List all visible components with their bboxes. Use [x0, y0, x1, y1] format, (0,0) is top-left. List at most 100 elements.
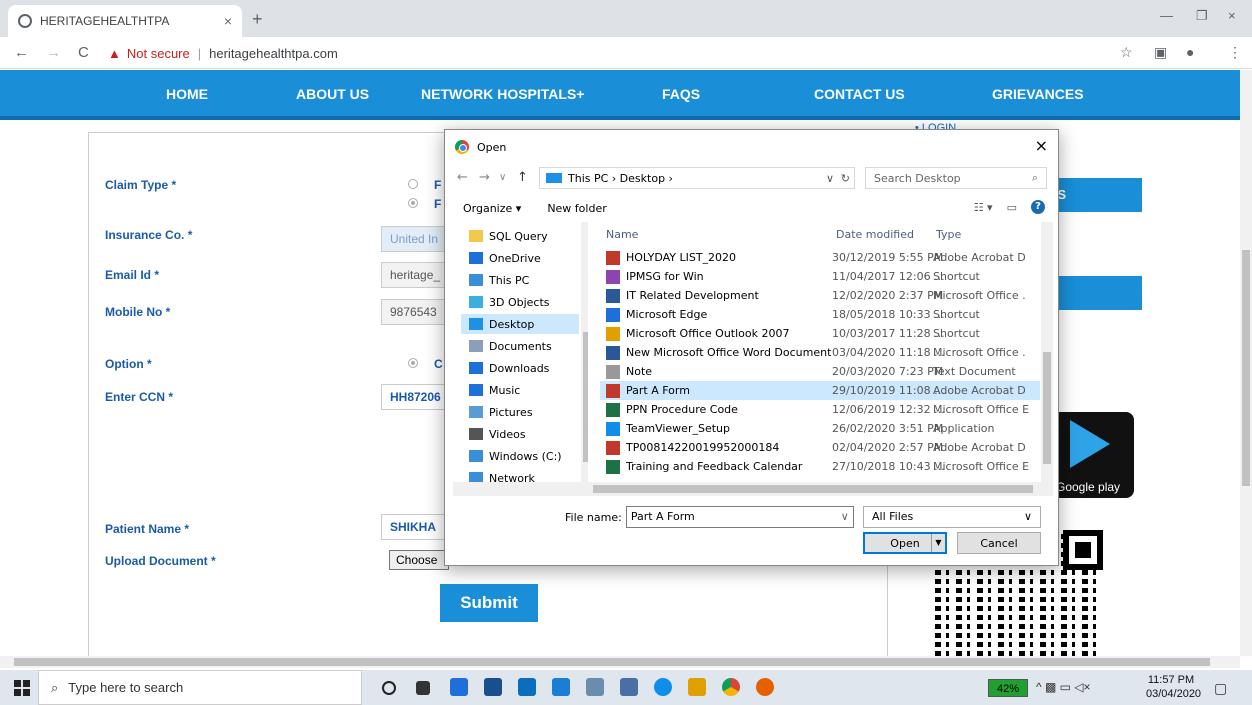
nav-pane-item[interactable]: 3D Objects [461, 292, 579, 312]
nav-pane-item[interactable]: Music [461, 380, 579, 400]
page-horizontal-scrollbar[interactable] [0, 656, 1240, 668]
account-icon[interactable]: ● [1186, 44, 1194, 60]
browser-tab[interactable]: HERITAGEHEALTHTPA × [8, 5, 242, 37]
choose-file-button[interactable]: Choose [389, 550, 449, 570]
nav-about-us[interactable]: ABOUT US [296, 86, 369, 102]
store-icon[interactable] [484, 678, 502, 696]
file-list-vertical-scrollbar[interactable] [1041, 222, 1053, 484]
organize-button[interactable]: Organize ▾ [463, 202, 521, 215]
page-vertical-scrollbar[interactable] [1240, 70, 1252, 656]
teamviewer-icon[interactable] [654, 678, 672, 696]
snipping-tool-icon[interactable] [586, 678, 604, 696]
search-input[interactable]: Search Desktop ⌕ [865, 167, 1047, 189]
nav-pane-item[interactable]: Downloads [461, 358, 579, 378]
tab-close-icon[interactable]: × [224, 13, 232, 29]
firefox-icon[interactable] [756, 678, 774, 696]
star-icon[interactable]: ☆ [1120, 44, 1133, 61]
up-icon[interactable]: ↑ [517, 170, 528, 185]
cancel-button[interactable]: Cancel [957, 532, 1041, 554]
file-list-horizontal-scrollbar[interactable] [453, 482, 1053, 496]
open-button[interactable]: Open ▼ [863, 532, 947, 554]
maximize-icon[interactable]: ❐ [1196, 8, 1208, 24]
back-icon[interactable]: ← [457, 170, 468, 185]
file-row[interactable]: Training and Feedback Calendar 27/10/2018… [600, 457, 1040, 476]
nav-network-hospitals[interactable]: NETWORK HOSPITALS+ [421, 86, 584, 102]
nav-pane-item[interactable]: SQL Query [461, 226, 579, 246]
new-tab-icon[interactable]: + [252, 9, 263, 30]
path-dropdown-icon[interactable]: ∨ [826, 172, 834, 185]
nav-pane-item[interactable]: Documents [461, 336, 579, 356]
forward-icon[interactable]: → [46, 44, 61, 61]
windows-start-icon[interactable] [14, 680, 30, 696]
file-row[interactable]: IPMSG for Win 11/04/2017 12:06 ... Shortcu… [600, 267, 1040, 286]
file-row[interactable]: Microsoft Edge 18/05/2018 10:33 ... Shortc… [600, 305, 1040, 324]
dialog-close-icon[interactable]: × [1035, 136, 1048, 155]
claim-type-radio-2[interactable] [408, 198, 418, 208]
nav-faqs[interactable]: FAQS [662, 86, 700, 102]
nav-contact-us[interactable]: CONTACT US [814, 86, 905, 102]
mail-icon[interactable] [518, 678, 536, 696]
scroll-thumb[interactable] [1043, 352, 1051, 464]
file-name-input[interactable]: Part A Form ∨ [625, 506, 854, 528]
clock[interactable]: 11:57 PM 03/04/2020 [1146, 673, 1201, 701]
forward-icon[interactable]: → [479, 170, 490, 185]
file-row[interactable]: TP00814220019952000184 02/04/2020 2:57 PM… [600, 438, 1040, 457]
cortana-icon[interactable] [382, 681, 396, 695]
edge-icon[interactable] [450, 678, 468, 696]
back-icon[interactable]: ← [14, 44, 29, 61]
address-bar[interactable]: ▲ Not secure | heritagehealthtpa.com [108, 41, 1108, 65]
open-dropdown-icon[interactable]: ▼ [931, 534, 945, 552]
claim-type-radio-1[interactable] [408, 179, 418, 189]
chrome-icon[interactable] [722, 678, 740, 696]
app-icon[interactable] [620, 678, 638, 696]
menu-icon[interactable]: ⋮ [1228, 44, 1242, 61]
nav-pane-item[interactable]: Windows (C:) [461, 446, 579, 466]
refresh-icon[interactable]: ↻ [841, 172, 850, 185]
breadcrumb[interactable]: This PC › Desktop › ∨ ↻ [539, 167, 855, 189]
nav-pane-item[interactable]: OneDrive [461, 248, 579, 268]
nav-home[interactable]: HOME [166, 86, 208, 102]
battery-indicator[interactable]: 42% [988, 679, 1028, 697]
system-tray-icons[interactable]: ^ ▩ ▭ ◁× [1036, 680, 1091, 694]
column-name[interactable]: Name [606, 228, 638, 241]
folder-icon[interactable] [552, 678, 570, 696]
google-play-badge[interactable]: Google play [1052, 412, 1134, 498]
submit-button[interactable]: Submit [440, 584, 538, 622]
scroll-thumb[interactable] [593, 485, 1033, 493]
preview-pane-icon[interactable]: ▭ [1007, 201, 1017, 214]
scroll-thumb[interactable] [1242, 250, 1250, 486]
nav-pane-item[interactable]: This PC [461, 270, 579, 290]
option-radio[interactable] [408, 358, 418, 368]
nav-grievances[interactable]: GRIEVANCES [992, 86, 1084, 102]
nav-pane-item[interactable]: Pictures [461, 402, 579, 422]
file-row[interactable]: IT Related Development 12/02/2020 2:37 PM… [600, 286, 1040, 305]
column-type[interactable]: Type [936, 228, 961, 241]
file-row[interactable]: Microsoft Office Outlook 2007 10/03/2017 … [600, 324, 1040, 343]
nav-pane-item[interactable]: Videos [461, 424, 579, 444]
nav-scrollbar[interactable] [581, 222, 588, 492]
file-row[interactable]: PPN Procedure Code 12/06/2019 12:32 ... Mi… [600, 400, 1040, 419]
scroll-thumb[interactable] [14, 658, 1210, 666]
taskbar-search[interactable]: ⌕ Type here to search [38, 670, 362, 705]
window-close-icon[interactable]: × [1228, 8, 1236, 23]
file-row[interactable]: Note 20/03/2020 7:23 PM Text Document [600, 362, 1040, 381]
reload-icon[interactable]: C [78, 44, 89, 61]
column-date-modified[interactable]: Date modified [836, 228, 914, 241]
chevron-down-icon[interactable]: ∨ [841, 510, 849, 523]
help-icon[interactable]: ? [1031, 200, 1045, 214]
scroll-thumb[interactable] [583, 332, 588, 462]
file-row[interactable]: HOLYDAY LIST_2020 30/12/2019 5:55 PM Adobe… [600, 248, 1040, 267]
file-row[interactable]: New Microsoft Office Word Document 03/04/… [600, 343, 1040, 362]
notification-icon[interactable]: ▢ [1214, 680, 1227, 697]
extension-icon[interactable]: ▣ [1154, 44, 1167, 61]
new-folder-button[interactable]: New folder [547, 202, 606, 215]
file-row[interactable]: TeamViewer_Setup 26/02/2020 3:51 PM Applic… [600, 419, 1040, 438]
minimize-icon[interactable]: — [1160, 8, 1173, 23]
file-type-select[interactable]: All Files ∨ [863, 506, 1041, 528]
task-view-icon[interactable] [416, 681, 430, 695]
recent-dropdown-icon[interactable]: ∨ [499, 172, 506, 183]
outlook-icon[interactable] [688, 678, 706, 696]
file-row[interactable]: Part A Form 29/10/2019 11:08 ... Adobe Acr… [600, 381, 1040, 400]
nav-pane-item[interactable]: Desktop [461, 314, 579, 334]
view-options-icon[interactable]: ☷ ▾ [974, 201, 993, 214]
